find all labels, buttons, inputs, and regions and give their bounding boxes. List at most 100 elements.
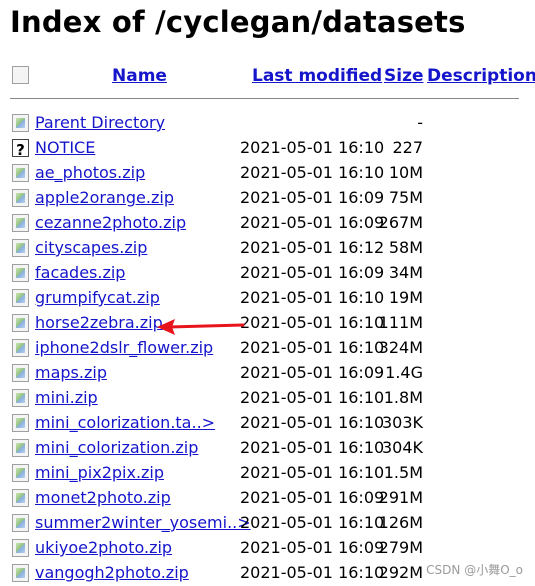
file-link[interactable]: ukiyoe2photo.zip: [35, 535, 172, 560]
last-modified-cell: 2021-05-01 16:09: [240, 538, 385, 557]
last-modified-cell: 2021-05-01 16:10: [240, 288, 385, 307]
archive-icon: [12, 314, 29, 332]
size-cell: 1.8M: [383, 388, 423, 407]
size-cell: 227: [392, 138, 423, 157]
size-cell: 303K: [381, 413, 423, 432]
last-modified-cell: 2021-05-01 16:10: [240, 163, 385, 182]
column-header-name[interactable]: Name: [112, 65, 167, 87]
table-row: cezanne2photo.zip 2021-05-01 16:09 267M: [0, 210, 535, 235]
size-cell: 10M: [388, 163, 423, 182]
last-modified-cell: 2021-05-01 16:09: [240, 213, 385, 232]
size-cell: 267M: [378, 213, 423, 232]
table-row: grumpifycat.zip 2021-05-01 16:10 19M: [0, 285, 535, 310]
file-link[interactable]: mini_pix2pix.zip: [35, 460, 164, 485]
archive-icon: [12, 464, 29, 482]
archive-icon: [12, 514, 29, 532]
file-link[interactable]: horse2zebra.zip: [35, 310, 163, 335]
table-row: maps.zip 2021-05-01 16:09 1.4G: [0, 360, 535, 385]
size-cell: 126M: [378, 513, 423, 532]
table-row: mini.zip 2021-05-01 16:10 1.8M: [0, 385, 535, 410]
file-link[interactable]: NOTICE: [35, 135, 95, 160]
file-link[interactable]: apple2orange.zip: [35, 185, 174, 210]
last-modified-cell: 2021-05-01 16:10: [240, 313, 385, 332]
file-link[interactable]: mini_colorization.zip: [35, 435, 198, 460]
size-cell: 279M: [378, 538, 423, 557]
size-cell: 292M: [378, 563, 423, 582]
table-row: mini_colorization.ta..> 2021-05-01 16:10 3…: [0, 410, 535, 435]
file-link[interactable]: maps.zip: [35, 360, 107, 385]
table-row: facades.zip 2021-05-01 16:09 34M: [0, 260, 535, 285]
archive-icon: [12, 389, 29, 407]
size-cell: 111M: [378, 313, 423, 332]
table-row: ? NOTICE 2021-05-01 16:10 227: [0, 135, 535, 160]
sort-by-size-link[interactable]: Size: [384, 66, 424, 86]
size-cell: 1.5M: [383, 463, 423, 482]
last-modified-cell: 2021-05-01 16:09: [240, 363, 385, 382]
file-link[interactable]: grumpifycat.zip: [35, 285, 160, 310]
table-row: mini_pix2pix.zip 2021-05-01 16:10 1.5M: [0, 460, 535, 485]
header-divider: [10, 98, 519, 99]
table-row: apple2orange.zip 2021-05-01 16:09 75M: [0, 185, 535, 210]
archive-icon: [12, 264, 29, 282]
watermark: CSDN @小舞O_o: [426, 563, 523, 577]
file-link[interactable]: Parent Directory: [35, 110, 165, 135]
page-title: Index of /cyclegan/datasets: [10, 5, 466, 39]
archive-icon: [12, 489, 29, 507]
size-cell: 324M: [378, 338, 423, 357]
size-cell: 75M: [388, 188, 423, 207]
file-link[interactable]: monet2photo.zip: [35, 485, 171, 510]
last-modified-cell: 2021-05-01 16:12: [240, 238, 385, 257]
table-row: summer2winter_yosemi..> 2021-05-01 16:10 1…: [0, 510, 535, 535]
size-cell: 304K: [381, 438, 423, 457]
file-link[interactable]: cityscapes.zip: [35, 235, 147, 260]
file-link[interactable]: ae_photos.zip: [35, 160, 145, 185]
sort-by-last-modified-link[interactable]: Last modified: [252, 66, 382, 86]
archive-icon: [12, 439, 29, 457]
table-row: iphone2dslr_flower.zip 2021-05-01 16:10 32…: [0, 335, 535, 360]
archive-icon: [12, 189, 29, 207]
table-row: ae_photos.zip 2021-05-01 16:10 10M: [0, 160, 535, 185]
archive-icon: [12, 164, 29, 182]
size-cell: 1.4G: [385, 363, 423, 382]
file-link[interactable]: summer2winter_yosemi..>: [35, 510, 251, 535]
file-link[interactable]: cezanne2photo.zip: [35, 210, 186, 235]
last-modified-cell: 2021-05-01 16:10: [240, 138, 385, 157]
last-modified-cell: 2021-05-01 16:10: [240, 438, 385, 457]
size-cell: -: [417, 113, 423, 132]
last-modified-cell: 2021-05-01 16:10: [240, 338, 385, 357]
column-header-description[interactable]: Description: [427, 65, 535, 87]
sort-by-description-link[interactable]: Description: [427, 66, 535, 86]
archive-icon: [12, 339, 29, 357]
red-arrow-annotation: [157, 319, 245, 335]
archive-icon: [12, 239, 29, 257]
column-header-size[interactable]: Size: [384, 65, 424, 87]
last-modified-cell: 2021-05-01 16:09: [240, 263, 385, 282]
column-header-last-modified[interactable]: Last modified: [252, 65, 382, 87]
table-row: horse2zebra.zip 2021-05-01 16:10 111M: [0, 310, 535, 335]
table-row: mini_colorization.zip 2021-05-01 16:10 304…: [0, 435, 535, 460]
last-modified-cell: 2021-05-01 16:10: [240, 463, 385, 482]
archive-icon: [12, 364, 29, 382]
back-icon: [12, 114, 29, 132]
archive-icon: [12, 214, 29, 232]
table-row: cityscapes.zip 2021-05-01 16:12 58M: [0, 235, 535, 260]
size-cell: 291M: [378, 488, 423, 507]
last-modified-cell: 2021-05-01 16:10: [240, 513, 385, 532]
table-row: monet2photo.zip 2021-05-01 16:09 291M: [0, 485, 535, 510]
file-link[interactable]: mini.zip: [35, 385, 98, 410]
file-link[interactable]: mini_colorization.ta..>: [35, 410, 215, 435]
last-modified-cell: 2021-05-01 16:10: [240, 388, 385, 407]
file-link[interactable]: vangogh2photo.zip: [35, 560, 189, 585]
unknown-file-icon: ?: [12, 139, 29, 159]
table-row: ukiyoe2photo.zip 2021-05-01 16:09 279M: [0, 535, 535, 560]
file-link[interactable]: iphone2dslr_flower.zip: [35, 335, 213, 360]
last-modified-cell: 2021-05-01 16:10: [240, 563, 385, 582]
archive-icon: [12, 414, 29, 432]
file-link[interactable]: facades.zip: [35, 260, 125, 285]
sort-by-name-link[interactable]: Name: [112, 66, 167, 86]
size-cell: 34M: [388, 263, 423, 282]
size-cell: 58M: [388, 238, 423, 257]
archive-icon: [12, 564, 29, 582]
last-modified-cell: 2021-05-01 16:10: [240, 413, 385, 432]
last-modified-cell: 2021-05-01 16:09: [240, 488, 385, 507]
